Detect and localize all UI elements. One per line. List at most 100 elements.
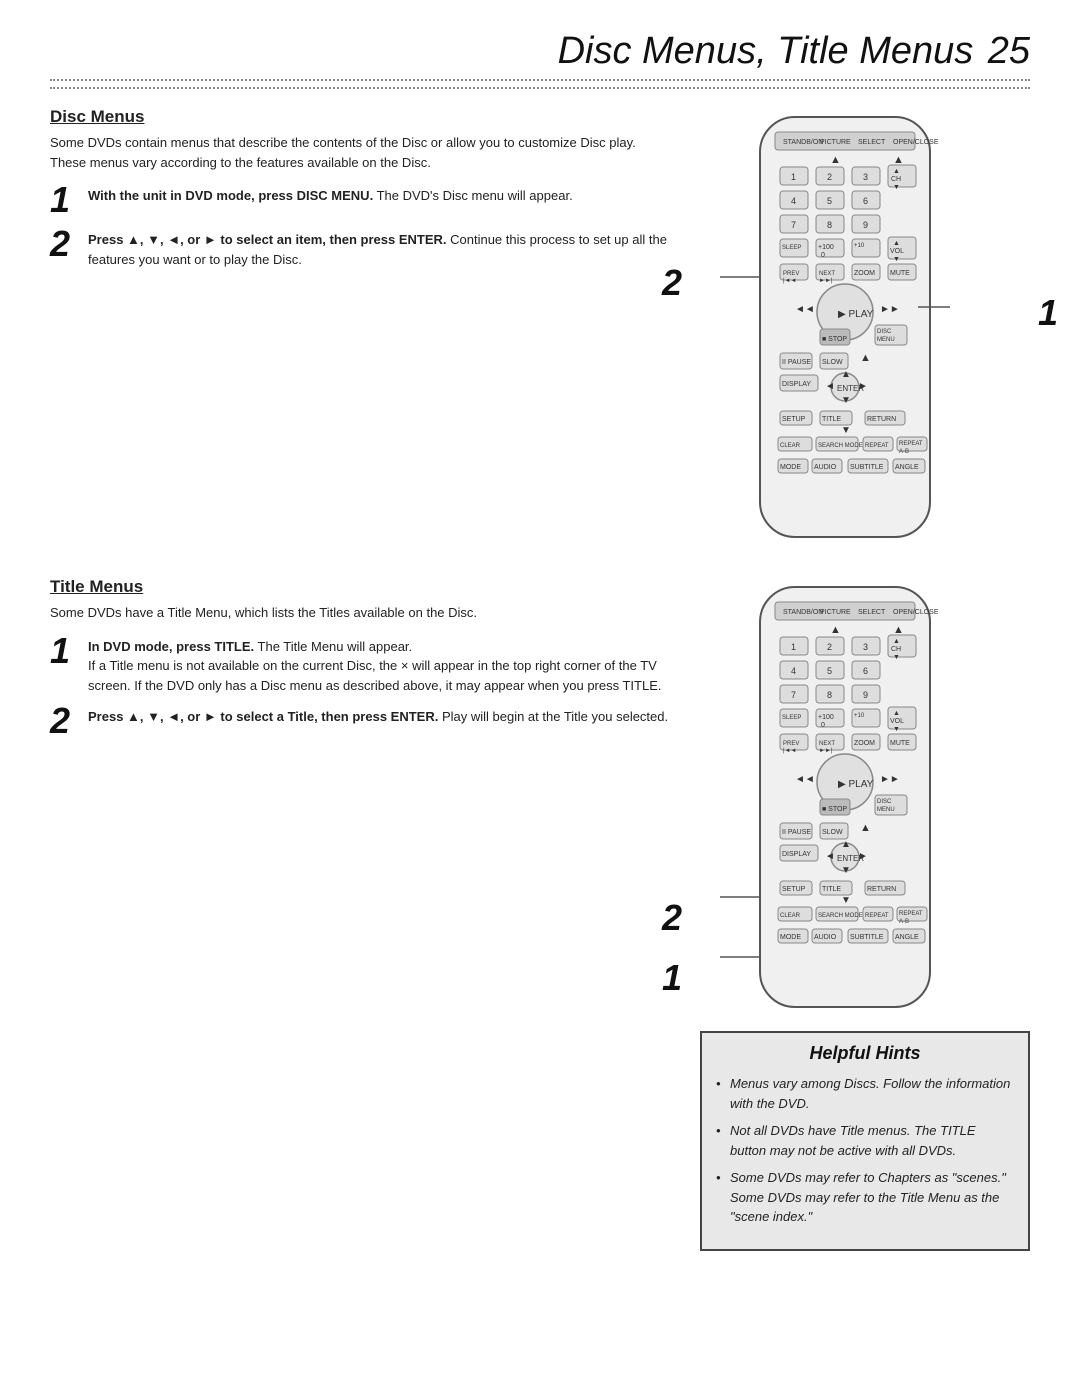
step1-bold: With the unit in DVD mode, press DISC ME…: [88, 188, 373, 203]
svg-text:MENU: MENU: [877, 807, 895, 813]
callout-1-top: 1: [1038, 292, 1058, 334]
page-number: 25: [977, 30, 1030, 72]
svg-text:▼: ▼: [893, 184, 900, 191]
svg-text:◄◄: ◄◄: [795, 774, 815, 785]
svg-text:PREV: PREV: [783, 271, 799, 277]
svg-text:SUBTITLE: SUBTITLE: [850, 934, 884, 941]
svg-text:STANDB/ON: STANDB/ON: [783, 139, 823, 146]
svg-text:SELECT: SELECT: [858, 139, 886, 146]
step2-text: Press ▲, ▼, ◄, or ► to select an item, t…: [88, 230, 670, 269]
svg-text:DISPLAY: DISPLAY: [782, 851, 811, 858]
svg-text:9: 9: [863, 690, 868, 700]
step2-bold: Press ▲, ▼, ◄, or ► to select an item, t…: [88, 232, 447, 247]
title-step2-text: Press ▲, ▼, ◄, or ► to select a Title, t…: [88, 707, 670, 727]
svg-text:+10: +10: [854, 243, 865, 249]
svg-text:2: 2: [827, 642, 832, 652]
svg-text:1: 1: [791, 172, 796, 182]
disc-menus-section: Disc Menus Some DVDs contain menus that …: [50, 107, 1030, 547]
svg-text:1: 1: [791, 642, 796, 652]
svg-text:▼: ▼: [841, 865, 851, 876]
svg-text:DISC: DISC: [877, 329, 892, 335]
svg-text:STANDB/ON: STANDB/ON: [783, 609, 823, 616]
svg-text:NEXT: NEXT: [819, 271, 835, 277]
svg-text:◄: ◄: [825, 381, 835, 392]
hint-item-3: Some DVDs may refer to Chapters as "scen…: [716, 1168, 1014, 1227]
svg-text:▲: ▲: [893, 154, 904, 166]
svg-text:TITLE: TITLE: [822, 886, 841, 893]
svg-text:5: 5: [827, 196, 832, 206]
svg-text:VOL: VOL: [890, 718, 904, 725]
remote2-and-hints: 2 1 STANDB/ON PICTURE SELECT OPEN/CLOSE …: [700, 577, 1030, 1251]
svg-text:5: 5: [827, 666, 832, 676]
svg-text:▲: ▲: [893, 710, 900, 717]
svg-text:3: 3: [863, 642, 868, 652]
disc-menus-desc: Some DVDs contain menus that describe th…: [50, 133, 670, 172]
svg-text:PICTURE: PICTURE: [820, 609, 851, 616]
title-menus-desc: Some DVDs have a Title Menu, which lists…: [50, 603, 670, 623]
step1-text: With the unit in DVD mode, press DISC ME…: [88, 186, 670, 206]
svg-text:SLEEP: SLEEP: [782, 715, 801, 721]
dotted-divider: [50, 87, 1030, 89]
svg-text:7: 7: [791, 220, 796, 230]
remote2-wrapper: 2 1 STANDB/ON PICTURE SELECT OPEN/CLOSE …: [700, 577, 1030, 1017]
svg-text:▼: ▼: [841, 395, 851, 406]
svg-text:RETURN: RETURN: [867, 886, 896, 893]
svg-text:REPEAT: REPEAT: [865, 443, 889, 449]
svg-text:■ STOP: ■ STOP: [822, 336, 847, 343]
svg-text:►►|: ►►|: [819, 278, 833, 284]
svg-text:SLEEP: SLEEP: [782, 245, 801, 251]
svg-text:TITLE: TITLE: [822, 416, 841, 423]
svg-text:REPEAT: REPEAT: [865, 913, 889, 919]
svg-text:▲: ▲: [893, 624, 904, 636]
remote1-wrapper: 2 1 STANDB/ON PICTURE SELECT OPEN/CLOSE …: [700, 107, 1030, 547]
svg-text:▼: ▼: [841, 895, 851, 906]
svg-text:7: 7: [791, 690, 796, 700]
svg-text:DISPLAY: DISPLAY: [782, 381, 811, 388]
svg-text:MUTE: MUTE: [890, 740, 910, 747]
helpful-hints-box: Helpful Hints Menus vary among Discs. Fo…: [700, 1031, 1030, 1251]
svg-text:0: 0: [821, 722, 825, 729]
title-step2-number: 2: [50, 703, 78, 739]
svg-text:▲: ▲: [893, 168, 900, 175]
svg-text:+100: +100: [818, 244, 834, 251]
title-step2: 2 Press ▲, ▼, ◄, or ► to select a Title,…: [50, 707, 670, 739]
page-title: Disc Menus, Title Menus: [558, 30, 974, 72]
svg-text:3: 3: [863, 172, 868, 182]
title-step1: 1 In DVD mode, press TITLE. The Title Me…: [50, 637, 670, 696]
svg-text:ZOOM: ZOOM: [854, 740, 875, 747]
svg-text:4: 4: [791, 196, 796, 206]
remote2-svg: STANDB/ON PICTURE SELECT OPEN/CLOSE ▲ ▲ …: [700, 577, 990, 1017]
svg-text:VOL: VOL: [890, 248, 904, 255]
svg-text:OPEN/CLOSE: OPEN/CLOSE: [893, 609, 939, 616]
callout-2-top: 2: [662, 262, 682, 304]
svg-text:▲: ▲: [830, 624, 841, 636]
remote1-svg: STANDB/ON PICTURE SELECT OPEN/CLOSE ▲ ▲ …: [700, 107, 990, 547]
svg-text:SELECT: SELECT: [858, 609, 886, 616]
svg-text:MUTE: MUTE: [890, 270, 910, 277]
svg-text:A-B: A-B: [899, 919, 909, 925]
step1-number: 1: [50, 182, 78, 218]
svg-text:6: 6: [863, 666, 868, 676]
svg-text:CH: CH: [891, 176, 901, 183]
svg-text:ANGLE: ANGLE: [895, 934, 919, 941]
svg-text:►: ►: [858, 851, 868, 862]
svg-text:+10: +10: [854, 713, 865, 719]
svg-text:►►: ►►: [880, 304, 900, 315]
svg-text:SLOW: SLOW: [822, 829, 843, 836]
remote1-container: 2 1 STANDB/ON PICTURE SELECT OPEN/CLOSE …: [700, 107, 1030, 547]
svg-text:OPEN/CLOSE: OPEN/CLOSE: [893, 139, 939, 146]
svg-text:◄◄: ◄◄: [795, 304, 815, 315]
svg-text:MENU: MENU: [877, 337, 895, 343]
svg-text:▲: ▲: [841, 839, 851, 850]
svg-text:▲: ▲: [841, 369, 851, 380]
disc-menus-text: Disc Menus Some DVDs contain menus that …: [50, 107, 670, 547]
svg-text:▲: ▲: [893, 638, 900, 645]
svg-text:REPEAT: REPEAT: [899, 911, 923, 917]
title-menus-title: Title Menus: [50, 577, 670, 597]
svg-text:0: 0: [821, 252, 825, 259]
svg-text:■ STOP: ■ STOP: [822, 806, 847, 813]
disc-menus-step2: 2 Press ▲, ▼, ◄, or ► to select an item,…: [50, 230, 670, 269]
page-header: Disc Menus, Title Menus 25: [50, 30, 1030, 81]
helpful-hints-title: Helpful Hints: [716, 1043, 1014, 1064]
svg-text:CLEAR: CLEAR: [780, 443, 801, 449]
